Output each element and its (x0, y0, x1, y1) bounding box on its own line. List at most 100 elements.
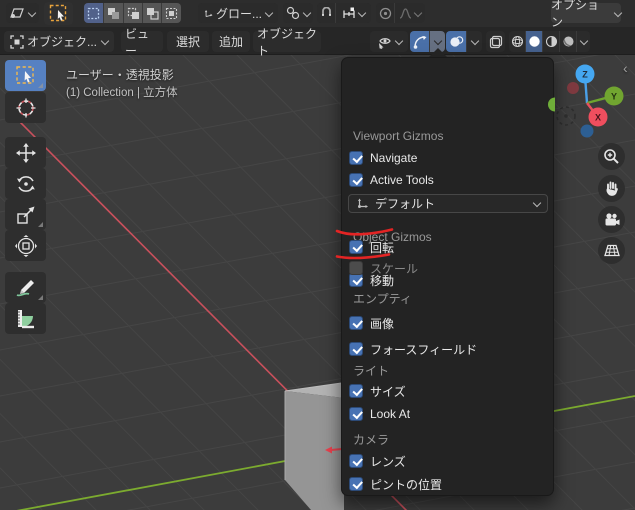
select-intersect-icon (165, 7, 178, 19)
checkbox-lens[interactable]: レンズ (349, 452, 406, 470)
shading-dropdown[interactable] (577, 31, 590, 52)
pivot-point-dropdown[interactable] (283, 3, 313, 23)
grid-perspective-icon (603, 244, 620, 257)
checkbox-icon (349, 151, 363, 165)
xray-toggle[interactable] (486, 31, 505, 52)
checkbox-image[interactable]: 画像 (349, 314, 394, 332)
section-empty: エンプティ (353, 292, 412, 306)
transform-orientation-dropdown[interactable]: グロー... (198, 3, 278, 23)
chevron-down-icon (28, 10, 35, 17)
object-mode-icon (10, 34, 24, 49)
zoom-button[interactable] (598, 143, 625, 170)
select-mode-intersect-button[interactable] (162, 3, 181, 23)
show-hide-dropdown[interactable] (370, 31, 408, 52)
tool-annotate[interactable] (5, 272, 46, 303)
chevron-down-icon (358, 10, 365, 17)
magnet-icon (321, 6, 331, 16)
show-gizmos-toggle[interactable] (410, 31, 430, 52)
menu-object[interactable]: オブジェクト (253, 27, 321, 58)
menu-add-label: 追加 (218, 35, 243, 49)
camera-view-button[interactable] (598, 206, 625, 233)
xray-icon (489, 35, 502, 48)
chevron-down-icon (395, 38, 402, 45)
checkbox-navigate[interactable]: Navigate (349, 149, 417, 167)
pan-button[interactable] (598, 175, 625, 202)
tool-scale[interactable] (5, 199, 46, 230)
shading-group (509, 31, 590, 52)
select-box-icon (15, 66, 34, 84)
checkbox-label: Active Tools (370, 173, 434, 187)
checkbox-scale[interactable]: スケール (349, 259, 418, 277)
magnifier-plus-icon (604, 149, 619, 164)
select-mode-extend-button[interactable] (104, 3, 124, 23)
snap-to-dropdown[interactable] (336, 3, 371, 23)
checkbox-label: スケール (370, 261, 419, 276)
tool-cursor[interactable] (5, 92, 46, 123)
checkbox-rotate[interactable]: 回転 (349, 238, 394, 256)
checkbox-look-at[interactable]: Look At (349, 405, 410, 423)
overlays-dropdown[interactable] (467, 31, 482, 52)
menu-select[interactable]: 選択 (167, 31, 209, 52)
checkbox-force-field[interactable]: フォースフィールド (349, 340, 477, 358)
active-tool-button[interactable] (44, 2, 73, 25)
options-label: オプション (551, 0, 600, 29)
axis-ball-negx[interactable] (567, 82, 579, 94)
select-mode-set-button[interactable] (84, 3, 104, 23)
camera-icon (605, 212, 619, 225)
mode-dropdown[interactable]: オブジェク... (4, 31, 114, 52)
select-mode-subtract-button[interactable] (124, 3, 143, 23)
snap-toggle-button[interactable] (317, 3, 336, 23)
options-dropdown[interactable]: オプション (551, 0, 621, 29)
checkbox-label: フォースフィールド (370, 342, 478, 357)
viewport-header: オブジェク... ビュー 選択 追加 オブジェクト (0, 27, 635, 58)
annotate-pencil-icon (16, 279, 34, 296)
menu-add[interactable]: 追加 (212, 31, 250, 52)
select-mode-invert-button[interactable] (143, 3, 162, 23)
shading-material-button[interactable] (543, 31, 560, 52)
checkbox-size[interactable]: サイズ (349, 382, 406, 400)
section-camera: カメラ (353, 433, 390, 447)
tool-measure[interactable] (5, 303, 46, 334)
tool-select-box[interactable] (5, 60, 46, 91)
move-icon (15, 142, 36, 163)
checkbox-active-tools[interactable]: Active Tools (349, 171, 434, 189)
chevron-down-icon (265, 10, 272, 17)
tool-transform[interactable] (5, 230, 46, 261)
tool-fallback-dropdown[interactable] (6, 3, 39, 23)
axis-label-y: Y (611, 92, 617, 102)
checkbox-label: ピントの位置 (370, 477, 443, 492)
material-sphere-icon (545, 35, 557, 48)
tool-rotate[interactable] (5, 168, 46, 199)
checkbox-icon (349, 261, 363, 275)
menu-object-label: オブジェクト (257, 26, 318, 58)
chevron-down-icon (614, 10, 621, 17)
toggle-perspective-button[interactable] (598, 237, 625, 264)
overlays-group (446, 31, 482, 52)
tool-move[interactable] (5, 137, 46, 168)
gizmo-move-icon (358, 198, 368, 208)
checkbox-label: 画像 (370, 316, 395, 331)
checkbox-icon (349, 240, 363, 254)
checkbox-focus-point[interactable]: ピントの位置 (349, 475, 442, 493)
shading-rendered-button[interactable] (560, 31, 577, 52)
orientation-axes-icon (204, 9, 213, 17)
shading-solid-button[interactable] (526, 31, 543, 52)
checkbox-icon (349, 454, 363, 468)
region-collapse-arrow[interactable]: ‹ (623, 60, 628, 76)
falloff-dropdown[interactable] (395, 3, 425, 23)
select-extend-icon (108, 7, 119, 19)
shading-wireframe-button[interactable] (509, 31, 526, 52)
gizmo-type-dropdown[interactable]: デフォルト (348, 194, 548, 213)
pivot-icon (286, 6, 300, 20)
proportional-edit-group (376, 3, 425, 23)
checkbox-label: Look At (370, 407, 411, 421)
snap-increment-icon (343, 7, 355, 18)
mode-label: オブジェク... (27, 35, 98, 49)
chevron-down-icon (471, 38, 478, 45)
axis-ball-negz[interactable] (580, 124, 594, 138)
section-light: ライト (353, 364, 390, 378)
menu-view[interactable]: ビュー (121, 27, 163, 58)
proportional-edit-toggle[interactable] (376, 3, 395, 23)
show-overlays-toggle[interactable] (446, 31, 467, 52)
transform-icon (14, 234, 37, 257)
